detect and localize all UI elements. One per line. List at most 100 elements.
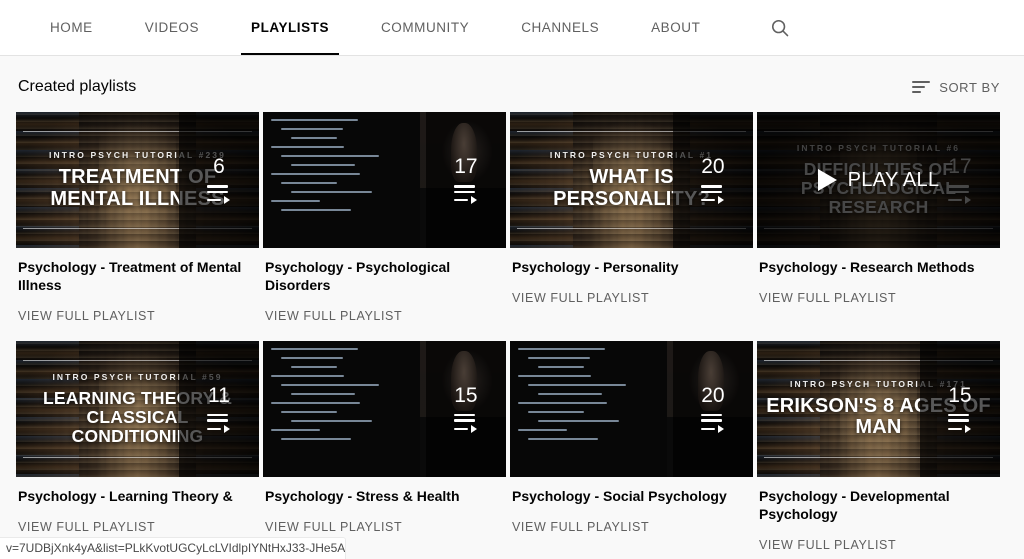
blackboard-handwriting-line	[518, 374, 592, 377]
sort-by-label: SORT BY	[939, 79, 1000, 95]
playlist-count-band: 20	[672, 112, 753, 248]
playlist-grid: INTRO PSYCH TUTORIAL #239 TREATMENT OF ME…	[0, 112, 1024, 552]
blackboard-handwriting-line	[290, 164, 356, 166]
blackboard-handwriting-line	[527, 437, 599, 440]
blackboard-handwriting-line	[280, 410, 338, 413]
playlist-meta: Psychology - Psychological Disorders VIEW…	[263, 248, 506, 323]
playlist-count-band: 15	[425, 340, 506, 477]
playlist-card[interactable]: 20 Psychology - Social Psychology VIEW FUL…	[510, 340, 753, 552]
search-icon[interactable]	[760, 8, 800, 48]
playlist-count-band: 6	[178, 112, 259, 248]
play-icon	[817, 169, 837, 191]
blackboard-handwriting-line	[290, 419, 373, 422]
blackboard-handwriting-line	[527, 383, 627, 386]
playlist-thumbnail[interactable]: INTRO PSYCH TUTORIAL #171 ERIKSON'S 8 AGE…	[757, 340, 1000, 477]
blackboard-handwriting-line	[271, 173, 360, 175]
section-header: Created playlists SORT BY	[0, 56, 1024, 112]
playlist-card[interactable]: 15 Psychology - Stress & Health VIEW FULL …	[263, 340, 506, 552]
nav-tab-about[interactable]: ABOUT	[625, 0, 726, 55]
playlist-meta: Psychology - Developmental Psychology VIE…	[757, 477, 1000, 552]
playlist-title[interactable]: Psychology - Research Methods	[759, 259, 998, 277]
playlist-count-band: 17	[425, 112, 506, 248]
playlist-thumbnail[interactable]: INTRO PSYCH TUTORIAL #239 TREATMENT OF ME…	[16, 112, 259, 248]
blackboard-handwriting-line	[271, 428, 321, 431]
view-full-playlist-link[interactable]: VIEW FULL PLAYLIST	[265, 520, 504, 534]
blackboard-handwriting-line	[271, 401, 360, 404]
playlist-card[interactable]: INTRO PSYCH TUTORIAL #1 WHAT IS PERSONALI…	[510, 112, 753, 323]
blackboard-handwriting-line	[527, 356, 590, 359]
playlist-card[interactable]: INTRO PSYCH TUTORIAL #239 TREATMENT OF ME…	[16, 112, 259, 323]
play-all-label: PLAY ALL	[847, 168, 940, 191]
playlist-stack-icon	[948, 413, 972, 433]
blackboard-handwriting-line	[527, 410, 585, 413]
playlist-title[interactable]: Psychology - Treatment of Mental Illness	[18, 259, 257, 295]
play-all-overlay[interactable]: PLAY ALL	[757, 112, 1000, 248]
nav-tab-playlists[interactable]: PLAYLISTS	[225, 0, 355, 55]
playlist-title[interactable]: Psychology - Developmental Psychology	[759, 488, 998, 524]
playlist-card[interactable]: 17 Psychology - Psychological Disorders VI…	[263, 112, 506, 323]
blackboard-handwriting-line	[280, 128, 343, 130]
playlist-video-count: 6	[213, 154, 225, 178]
playlist-card[interactable]: INTRO PSYCH TUTORIAL #171 ERIKSON'S 8 AGE…	[757, 340, 1000, 552]
playlist-meta: Psychology - Treatment of Mental Illness…	[16, 248, 259, 323]
blackboard-handwriting-line	[290, 392, 356, 395]
blackboard-handwriting-line	[271, 146, 345, 148]
playlist-video-count: 17	[454, 154, 478, 178]
playlist-title[interactable]: Psychology - Stress & Health	[265, 488, 504, 506]
blackboard-handwriting-line	[537, 392, 603, 395]
playlist-meta: Psychology - Social Psychology VIEW FULL …	[510, 477, 753, 534]
thumbnail-blackboard	[263, 340, 420, 477]
playlist-thumbnail[interactable]: 17	[263, 112, 506, 248]
view-full-playlist-link[interactable]: VIEW FULL PLAYLIST	[18, 309, 257, 323]
playlist-card[interactable]: INTRO PSYCH TUTORIAL #59 LEARNING THEORY …	[16, 340, 259, 552]
view-full-playlist-link[interactable]: VIEW FULL PLAYLIST	[512, 291, 751, 305]
blackboard-handwriting-line	[518, 401, 607, 404]
playlist-title[interactable]: Psychology - Personality	[512, 259, 751, 277]
channel-tabs: HOME VIDEOS PLAYLISTS COMMUNITY CHANNELS ABOU…	[24, 0, 726, 55]
status-bar-url: v=7UDBjXnk4yA&list=PLkKvotUGCyLcLVIdlpIY…	[0, 538, 345, 559]
playlist-title[interactable]: Psychology - Psychological Disorders	[265, 259, 504, 295]
nav-tab-videos[interactable]: VIDEOS	[119, 0, 225, 55]
blackboard-handwriting-line	[537, 419, 620, 422]
sort-by-button[interactable]: SORT BY	[912, 80, 1000, 95]
playlist-card[interactable]: INTRO PSYCH TUTORIAL #6DIFFICULTIES OF P…	[757, 112, 1000, 323]
blackboard-handwriting-line	[271, 374, 345, 377]
playlist-video-count: 20	[701, 154, 725, 178]
playlist-stack-icon	[207, 184, 231, 205]
playlist-thumbnail[interactable]: 15	[263, 340, 506, 477]
playlist-meta: Psychology - Research Methods VIEW FULL P…	[757, 248, 1000, 305]
page-title: Created playlists	[18, 78, 137, 95]
view-full-playlist-link[interactable]: VIEW FULL PLAYLIST	[265, 309, 504, 323]
channel-navigation-bar: HOME VIDEOS PLAYLISTS COMMUNITY CHANNELS ABOU…	[0, 0, 1024, 56]
playlist-stack-icon	[454, 184, 478, 205]
playlist-thumbnail[interactable]: INTRO PSYCH TUTORIAL #6DIFFICULTIES OF P…	[757, 112, 1000, 248]
nav-tab-home[interactable]: HOME	[24, 0, 119, 55]
blackboard-handwriting-line	[280, 155, 380, 157]
nav-tab-channels[interactable]: CHANNELS	[495, 0, 625, 55]
playlist-video-count: 15	[948, 383, 972, 407]
playlist-thumbnail[interactable]: INTRO PSYCH TUTORIAL #59 LEARNING THEORY …	[16, 340, 259, 477]
blackboard-handwriting-line	[280, 383, 380, 386]
view-full-playlist-link[interactable]: VIEW FULL PLAYLIST	[512, 520, 751, 534]
playlist-stack-icon	[701, 413, 725, 433]
playlist-count-band: 11	[178, 340, 259, 477]
blackboard-handwriting-line	[290, 137, 338, 139]
playlist-count-band: 20	[672, 340, 753, 477]
blackboard-handwriting-line	[280, 182, 338, 184]
blackboard-handwriting-line	[290, 191, 373, 193]
playlist-video-count: 15	[454, 383, 478, 407]
blackboard-handwriting-line	[280, 209, 352, 211]
playlist-thumbnail[interactable]: 20	[510, 340, 753, 477]
view-full-playlist-link[interactable]: VIEW FULL PLAYLIST	[759, 291, 998, 305]
playlist-video-count: 20	[701, 383, 725, 407]
playlist-thumbnail[interactable]: INTRO PSYCH TUTORIAL #1 WHAT IS PERSONALI…	[510, 112, 753, 248]
blackboard-handwriting-line	[271, 119, 359, 121]
playlist-title[interactable]: Psychology - Social Psychology	[512, 488, 751, 506]
playlist-title[interactable]: Psychology - Learning Theory &	[18, 488, 257, 506]
blackboard-handwriting-line	[537, 365, 585, 368]
view-full-playlist-link[interactable]: VIEW FULL PLAYLIST	[759, 538, 998, 552]
blackboard-handwriting-line	[518, 428, 568, 431]
playlist-meta: Psychology - Learning Theory & VIEW FULL …	[16, 477, 259, 534]
nav-tab-community[interactable]: COMMUNITY	[355, 0, 495, 55]
view-full-playlist-link[interactable]: VIEW FULL PLAYLIST	[18, 520, 257, 534]
